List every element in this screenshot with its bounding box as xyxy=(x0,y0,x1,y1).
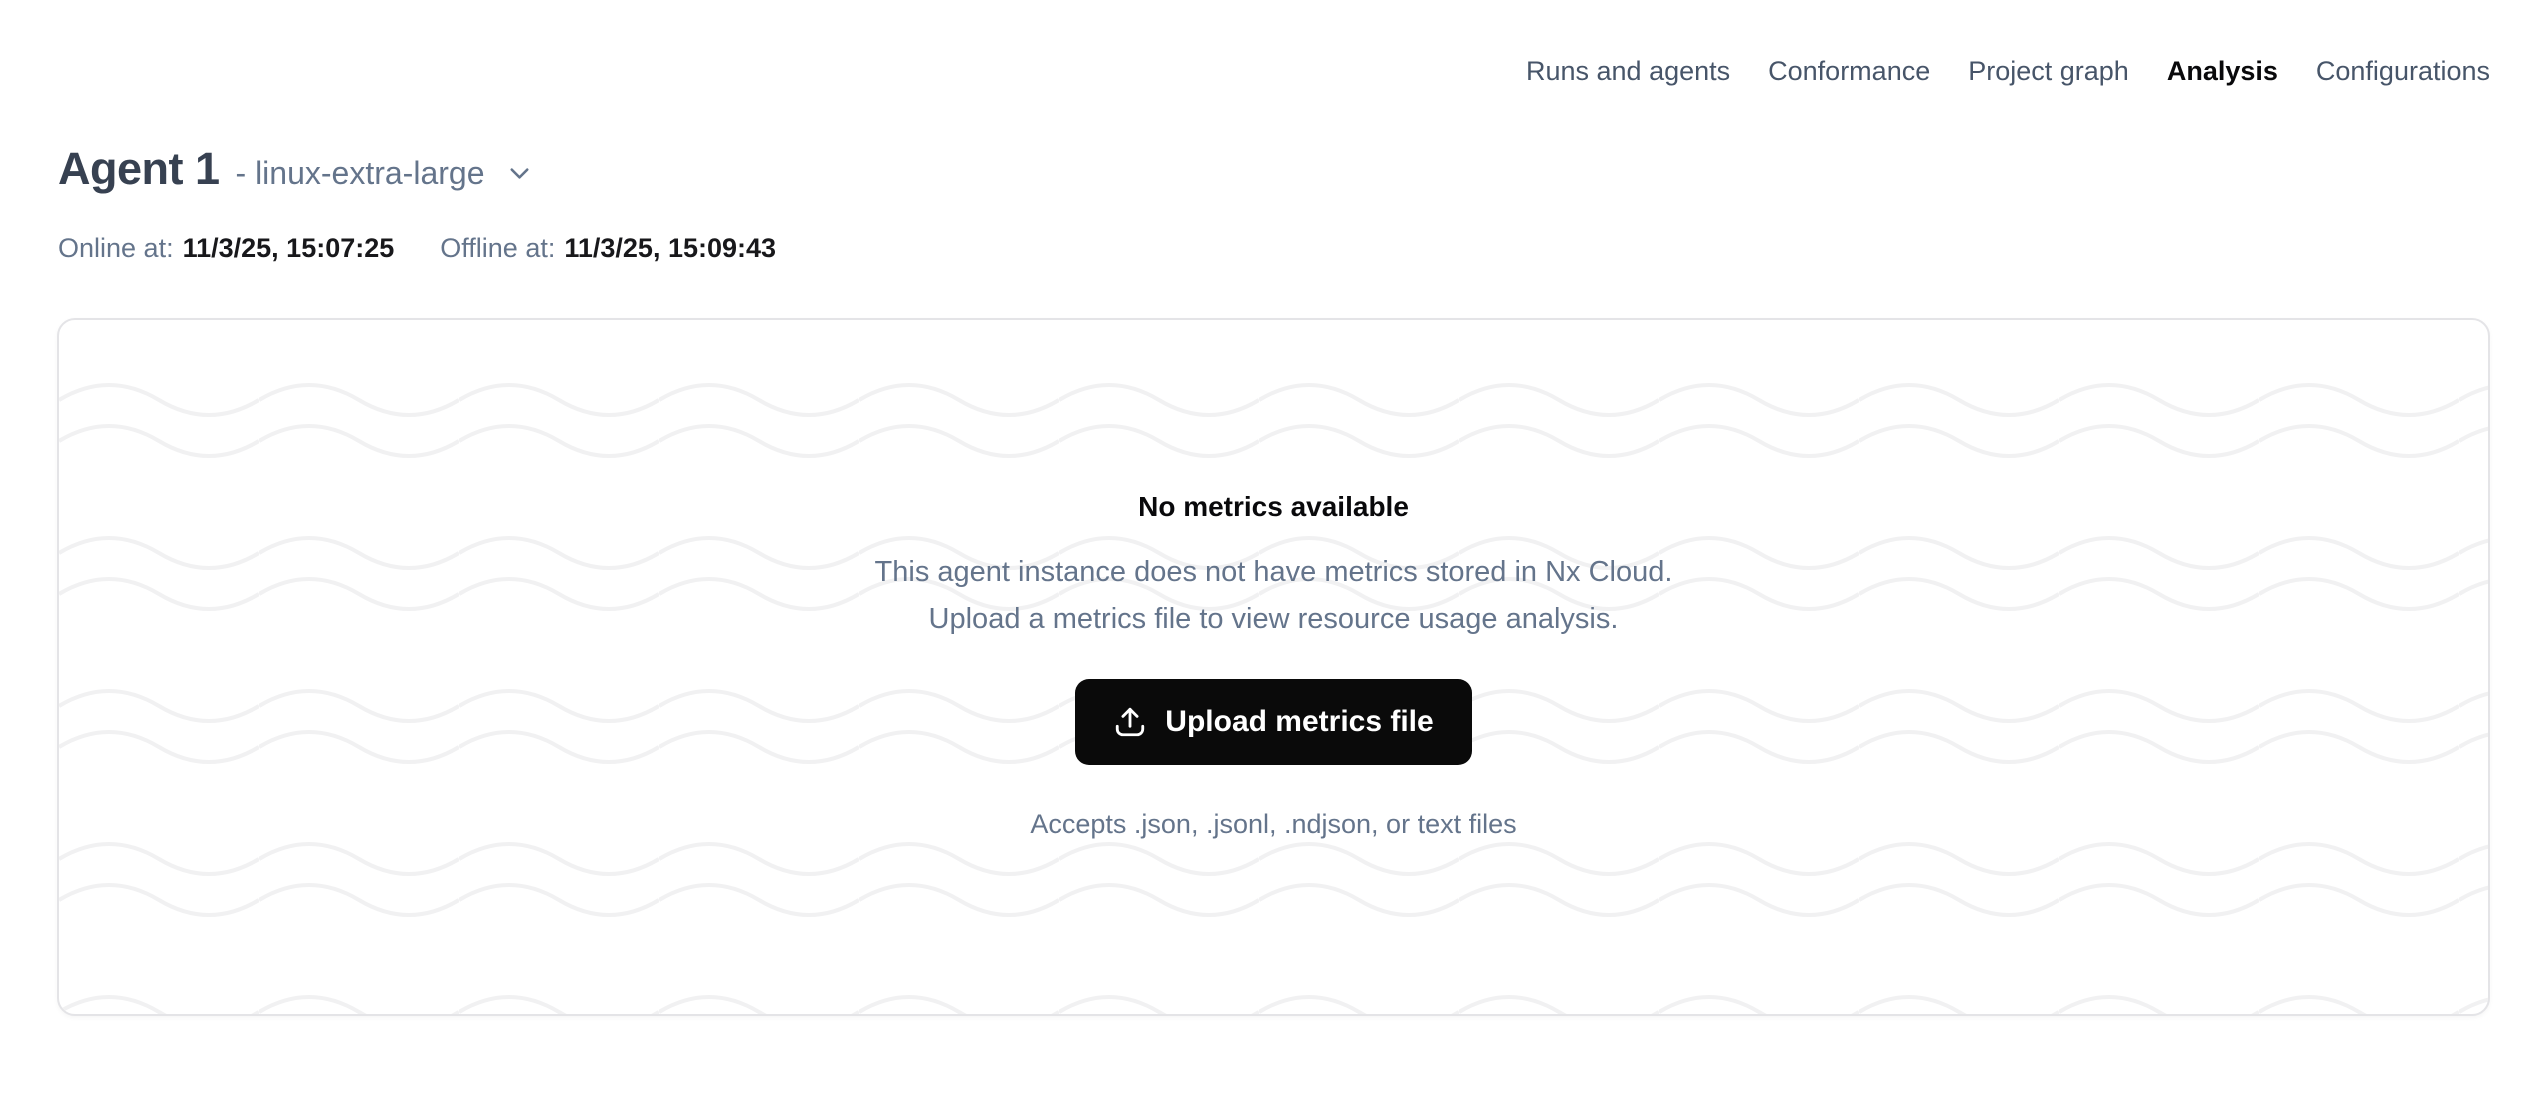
upload-icon xyxy=(1113,705,1147,739)
online-at-value: 11/3/25, 15:07:25 xyxy=(183,233,395,263)
empty-state-line2: Upload a metrics file to view resource u… xyxy=(929,603,1619,635)
nav-item-configurations[interactable]: Configurations xyxy=(2316,55,2490,87)
agent-select-dropdown[interactable] xyxy=(504,158,535,192)
chevron-down-icon xyxy=(504,158,535,192)
empty-state-line1: This agent instance does not have metric… xyxy=(875,556,1673,588)
top-nav: Runs and agents Conformance Project grap… xyxy=(1526,55,2490,87)
page-header: Agent 1 - linux-extra-large xyxy=(58,142,535,196)
agent-flavor-label: - linux-extra-large xyxy=(236,155,485,192)
nav-item-runs-and-agents[interactable]: Runs and agents xyxy=(1526,55,1730,87)
offline-at: Offline at: 11/3/25, 15:09:43 xyxy=(440,232,776,264)
upload-metrics-button[interactable]: Upload metrics file xyxy=(1075,679,1471,765)
empty-state-description: This agent instance does not have metric… xyxy=(875,549,1673,643)
upload-button-label: Upload metrics file xyxy=(1165,705,1433,739)
agent-times-row: Online at: 11/3/25, 15:07:25 Offline at: 1… xyxy=(58,232,776,264)
empty-state-heading: No metrics available xyxy=(1138,492,1409,522)
empty-state-content: No metrics available This agent instance… xyxy=(59,320,2488,1014)
offline-at-value: 11/3/25, 15:09:43 xyxy=(564,233,776,263)
nav-item-project-graph[interactable]: Project graph xyxy=(1968,55,2129,87)
nav-item-analysis[interactable]: Analysis xyxy=(2167,55,2278,87)
online-at-label: Online at: xyxy=(58,233,174,263)
page-title: Agent 1 xyxy=(58,142,220,196)
accepted-file-types-note: Accepts .json, .jsonl, .ndjson, or text … xyxy=(1030,805,1516,843)
online-at: Online at: 11/3/25, 15:07:25 xyxy=(58,232,394,264)
metrics-empty-state-card: No metrics available This agent instance… xyxy=(57,318,2490,1016)
offline-at-label: Offline at: xyxy=(440,233,555,263)
nav-item-conformance[interactable]: Conformance xyxy=(1768,55,1930,87)
